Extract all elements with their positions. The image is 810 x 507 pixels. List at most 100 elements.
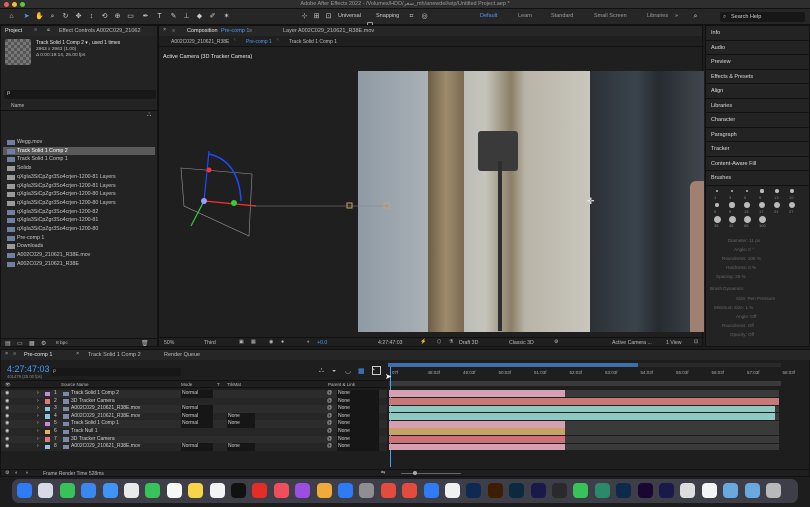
panel-audio[interactable]: Audio [706,41,810,55]
notes-icon[interactable] [188,483,204,498]
preview-icon[interactable] [680,483,696,498]
brush-tip[interactable] [758,215,766,223]
snagit-icon[interactable] [594,483,610,498]
system-preferences-icon[interactable] [359,483,375,498]
label-color-swatch[interactable] [45,444,50,450]
brush-tip[interactable] [789,188,795,194]
expand-layer-icon[interactable]: › [37,443,39,451]
layer-row[interactable]: ◉ › 1 Track Solid 1 Comp 2 Normal @ None [1,390,387,398]
parent-pickwhip-icon[interactable]: @ [327,443,332,451]
transparency-grid-icon[interactable]: ▦ [251,339,256,345]
tab-composition-name[interactable]: Pre-comp 1 [221,28,249,34]
local-axis-icon[interactable]: ⊹ [300,12,309,21]
draft-3d-icon[interactable]: ⚗ [449,339,454,345]
dolly-tool-icon[interactable]: ↕ [87,12,96,21]
workspace-overflow-icon[interactable]: » [675,13,678,19]
tab-effect-controls[interactable]: Effect Controls A002C029_21062 [59,28,141,34]
brush-tool-icon[interactable]: ✎ [169,12,178,21]
bit-depth-label[interactable]: 8 bpc [56,341,68,346]
safari-icon[interactable] [102,483,118,498]
brush-tip[interactable] [758,201,766,209]
parent-link-header[interactable]: Parent & Link [328,381,355,389]
time-ruler[interactable]: 07f 48:03f 49:03f 50:03f 51:03f 52:03f 53:03f 5… [388,370,795,380]
search-icon[interactable]: ⌕ [691,12,700,21]
view-layout-dropdown[interactable]: 1 View [666,340,681,346]
panel-brushes[interactable]: Brushes [706,171,810,186]
mode-dropdown[interactable]: Normal [181,443,213,451]
brush-tip[interactable] [714,202,720,208]
tab-menu-icon-2[interactable]: ≡ [249,28,252,34]
parent-dropdown[interactable]: None [337,443,379,451]
layer-row[interactable]: ◉ › 3 A002C029_210621_R38E.mov Normal @ None [1,405,387,413]
parent-pickwhip-icon[interactable]: @ [327,436,332,444]
zoom-dropdown[interactable]: 50% [164,340,174,346]
draft-3d-toggle[interactable]: Draft 3D [459,340,478,346]
expand-layer-icon[interactable]: › [37,436,39,444]
workspace-libraries[interactable]: Libraries [647,13,668,19]
new-composition-icon[interactable]: ▦ [29,340,35,347]
brush-tip[interactable] [728,215,736,223]
panel-character[interactable]: Character [706,113,810,128]
visibility-eye-icon[interactable]: ◉ [5,405,9,413]
time-navigator-range[interactable] [388,363,638,367]
resolution-dropdown[interactable]: Third [204,340,216,346]
universal-label[interactable]: Universal [338,13,361,19]
after-effects-icon[interactable] [530,483,546,498]
brush-tip[interactable] [773,201,781,209]
breadcrumb-item-2[interactable]: Pre-comp 1 [246,39,272,45]
new-folder-icon[interactable]: ▭ [17,340,23,347]
parent-pickwhip-icon[interactable]: @ [327,413,332,421]
layer-duration-bar[interactable] [389,390,565,398]
delete-item-icon[interactable]: 🗑︎ [141,340,149,347]
snap-target-icon[interactable]: ◎ [420,12,429,21]
orbit-tool-icon[interactable]: ↻ [61,12,70,21]
layer-name[interactable]: Track Solid 1 Comp 1 [71,420,119,428]
layer-row[interactable]: ◉ › 5 Track Solid 1 Comp 1 Normal None @ None [1,420,387,428]
trkmat-dropdown[interactable]: None [227,420,255,428]
tab-composition-label[interactable]: Composition [187,28,218,34]
parent-dropdown[interactable]: None [337,420,379,428]
brush-tip[interactable] [775,189,779,193]
visibility-eye-icon[interactable]: ◉ [5,428,9,436]
draft-3d-timeline-icon[interactable]: ◒ [332,367,336,374]
type-tool-icon[interactable]: T [155,12,164,21]
davinci-icon[interactable] [552,483,567,498]
project-settings-icon[interactable]: ⚙ [41,340,46,347]
workspace-standard[interactable]: Standard [551,13,573,19]
visibility-eye-icon[interactable]: ◉ [5,443,9,451]
expand-layer-icon[interactable]: › [37,398,39,406]
frame-blending-icon[interactable]: ▦ [358,367,365,375]
shy-layers-icon[interactable]: ◡ [345,367,351,375]
music-icon[interactable] [273,483,289,498]
project-item[interactable]: Downloads [3,242,155,251]
panel-preview[interactable]: Preview [706,55,810,70]
label-color-swatch[interactable] [45,399,50,404]
rotation-tool-icon[interactable]: ⟲ [100,12,109,21]
messages-icon[interactable] [59,483,75,498]
anydesk-icon[interactable] [380,483,396,498]
brush-tip[interactable] [788,201,796,209]
mode-header[interactable]: Mode [181,381,192,389]
layer-duration-bar[interactable] [389,443,565,451]
pan-tool-icon[interactable]: ✥ [74,12,83,21]
mode-dropdown[interactable]: Normal [181,390,213,398]
panel-content-aware-fill[interactable]: Content-Aware Fill [706,157,810,171]
brush-tip[interactable] [713,215,721,223]
close-tab-icon[interactable]: × [5,351,8,357]
mode-dropdown[interactable]: Normal [181,420,213,428]
project-item[interactable]: Solids [3,164,155,173]
fast-previews-icon[interactable]: ⚡ [420,339,426,345]
finder-icon[interactable] [17,483,32,498]
parent-pickwhip-icon[interactable]: @ [327,405,332,413]
brush-tip[interactable] [730,189,734,193]
tab-menu-icon[interactable]: ≡ [34,27,37,33]
snap-options-icon[interactable]: ⌗ [407,12,416,21]
tab-project[interactable]: Project [5,28,22,34]
interpret-footage-icon[interactable]: ▤ [5,340,11,347]
photos-icon[interactable] [316,483,332,498]
hand-tool-icon[interactable]: ✋ [35,12,44,21]
trkmat-dropdown[interactable]: None [227,443,255,451]
pen-tool-icon[interactable]: ✒ [141,12,150,21]
world-axis-icon[interactable]: ⊞ [312,12,321,21]
trkmat-dropdown[interactable]: None [227,412,255,421]
